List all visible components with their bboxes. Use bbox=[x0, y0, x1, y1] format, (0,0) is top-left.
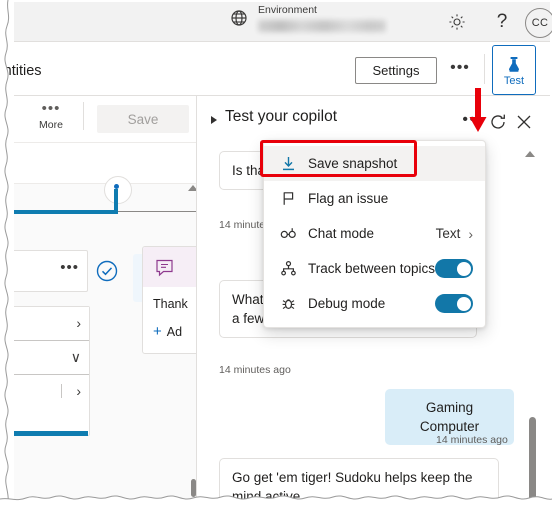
authoring-canvas-pane: ••• More Save ••• › ∨ › Thank + Ad bbox=[14, 96, 196, 505]
save-button[interactable]: Save bbox=[97, 105, 189, 133]
property-card-add[interactable]: + Ad bbox=[153, 323, 182, 340]
chevron-right-icon: › bbox=[468, 225, 473, 242]
close-icon[interactable] bbox=[514, 112, 534, 132]
chevron-right-icon: › bbox=[76, 315, 81, 331]
appbar-overflow-button[interactable]: ••• bbox=[449, 60, 471, 78]
menu-item-value: Text bbox=[435, 226, 461, 241]
menu-item-label: Debug mode bbox=[308, 296, 386, 311]
chat-scrollbar-thumb[interactable] bbox=[529, 417, 536, 505]
environment-indicator[interactable]: Environment bbox=[229, 4, 386, 32]
more-button[interactable]: ••• More bbox=[28, 100, 74, 131]
toolbar-divider bbox=[484, 54, 485, 84]
expand-caret-icon[interactable] bbox=[211, 116, 217, 124]
toggle-knob bbox=[456, 296, 471, 311]
flow-card-overflow[interactable]: ••• bbox=[60, 260, 79, 275]
chevron-down-icon: ∨ bbox=[70, 349, 81, 365]
selection-bar bbox=[14, 431, 88, 436]
canvas-toolbar-divider bbox=[83, 102, 84, 130]
option-row[interactable]: › bbox=[14, 375, 89, 409]
test-button[interactable]: Test bbox=[492, 45, 536, 95]
menu-item-label: Track between topics bbox=[308, 261, 436, 276]
globe-icon bbox=[231, 10, 247, 26]
flow-edge-horizontal-gray bbox=[118, 211, 196, 212]
refresh-icon[interactable] bbox=[488, 112, 508, 132]
global-command-bar: Environment ? CC bbox=[14, 2, 552, 42]
menu-item-chat-mode[interactable]: Chat mode Text › bbox=[264, 216, 485, 251]
screenshot-root: Environment ? CC Entities Settings ••• T… bbox=[0, 0, 552, 505]
breadcrumb: Entities bbox=[0, 63, 42, 79]
gear-icon[interactable] bbox=[446, 11, 468, 33]
chat-timestamp: 14 minutes ago bbox=[219, 364, 291, 376]
test-panel-header: Test your copilot ••• bbox=[197, 96, 552, 140]
beaker-icon bbox=[509, 56, 519, 72]
menu-item-label: Chat mode bbox=[308, 226, 375, 241]
menu-item-label: Flag an issue bbox=[308, 191, 389, 206]
test-panel-overflow-button[interactable]: ••• bbox=[462, 112, 484, 129]
canvas-toolbar: ••• More Save bbox=[14, 96, 196, 143]
flow-card[interactable]: ••• bbox=[14, 250, 88, 292]
more-label: More bbox=[39, 119, 63, 131]
chat-mode-icon bbox=[277, 224, 299, 244]
download-icon bbox=[277, 154, 299, 174]
test-panel-context-menu: Save snapshot Flag an issue Chat mode Te… bbox=[263, 140, 486, 328]
plus-icon: + bbox=[153, 323, 162, 340]
message-icon bbox=[156, 259, 173, 277]
bug-icon bbox=[277, 294, 299, 314]
property-card[interactable]: Thank + Ad bbox=[142, 246, 196, 354]
menu-item-flag-an-issue[interactable]: Flag an issue bbox=[264, 181, 485, 216]
help-icon[interactable]: ? bbox=[491, 11, 513, 33]
chat-timestamp: 14 minute bbox=[219, 219, 266, 231]
flow-connector-node[interactable] bbox=[104, 176, 132, 204]
menu-item-debug-mode[interactable]: Debug mode bbox=[264, 286, 485, 321]
check-circle-icon bbox=[96, 260, 118, 282]
test-panel-title: Test your copilot bbox=[225, 108, 337, 125]
chat-bubble-bot: Go get 'em tiger! Sudoku helps keep the … bbox=[219, 458, 499, 505]
environment-name-redacted bbox=[258, 19, 386, 32]
debug-mode-toggle[interactable] bbox=[435, 294, 473, 313]
option-row[interactable]: › bbox=[14, 307, 89, 341]
menu-item-label: Save snapshot bbox=[308, 156, 398, 171]
settings-button[interactable]: Settings bbox=[355, 57, 437, 84]
flag-icon bbox=[277, 189, 299, 209]
track-between-topics-toggle[interactable] bbox=[435, 259, 474, 278]
add-label: Ad bbox=[166, 325, 183, 339]
chat-timestamp: 14 minutes ago bbox=[436, 434, 508, 446]
menu-item-save-snapshot[interactable]: Save snapshot bbox=[264, 146, 485, 181]
toggle-knob bbox=[456, 261, 471, 276]
avatar[interactable]: CC bbox=[525, 8, 552, 38]
test-button-label: Test bbox=[503, 74, 525, 87]
option-row[interactable]: ∨ bbox=[14, 341, 89, 375]
topics-icon bbox=[277, 259, 299, 279]
property-card-title: Thank bbox=[153, 297, 188, 311]
row-divider bbox=[61, 384, 62, 398]
flow-option-card[interactable]: › ∨ › bbox=[14, 306, 90, 436]
chevron-right-icon: › bbox=[76, 383, 81, 399]
environment-label: Environment bbox=[258, 4, 317, 16]
flow-edge-horizontal bbox=[14, 210, 118, 214]
chat-scroll-up-caret[interactable] bbox=[525, 151, 535, 157]
menu-item-track-between-topics[interactable]: Track between topics bbox=[264, 251, 485, 286]
chat-scrollbar[interactable] bbox=[529, 188, 536, 505]
more-dots: ••• bbox=[41, 100, 61, 117]
flow-canvas[interactable]: ••• › ∨ › Thank + Ad bbox=[14, 176, 196, 505]
